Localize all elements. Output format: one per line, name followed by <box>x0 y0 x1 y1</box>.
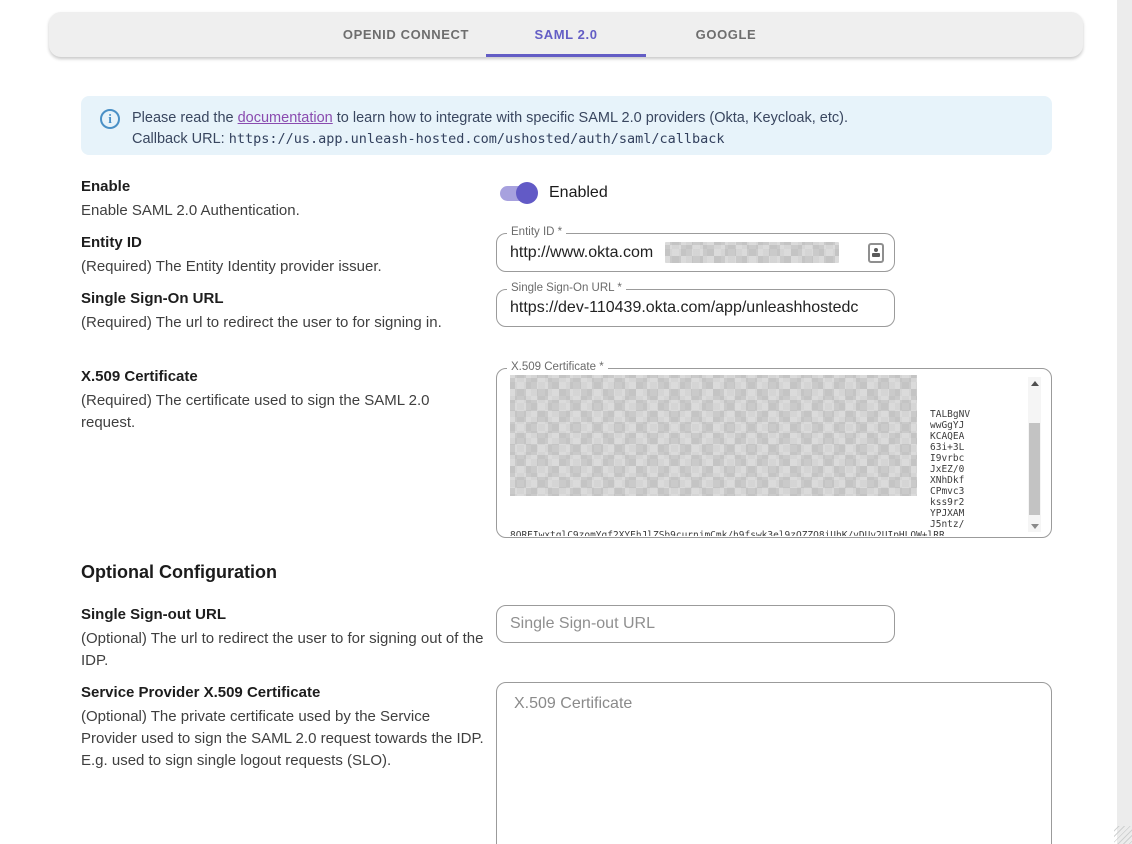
password-manager-autofill-icon[interactable] <box>868 243 884 263</box>
certificate-description: (Required) The certificate used to sign … <box>81 390 486 434</box>
sso-url-field-label: Single Sign-On URL * <box>507 282 626 294</box>
sso-url-input[interactable] <box>497 290 894 326</box>
tab-label: GOOGLE <box>696 27 757 42</box>
alert-text-after-link: to learn how to integrate with specific … <box>333 110 848 126</box>
sp-certificate-textarea[interactable]: X.509 Certificate <box>496 682 1052 844</box>
tab-label: SAML 2.0 <box>534 27 597 42</box>
callback-url-value: https://us.app.unleash-hosted.com/ushost… <box>229 131 725 147</box>
tab-saml-2-0[interactable]: SAML 2.0 <box>486 12 646 57</box>
toggle-knob <box>516 182 538 204</box>
signout-url-description: (Optional) The url to redirect the user … <box>81 628 486 672</box>
signout-url-input[interactable] <box>497 606 894 642</box>
entity-id-label: Entity ID <box>81 234 481 251</box>
entity-id-input[interactable]: Entity ID * http://www.okta.com <box>496 233 895 272</box>
scroll-up-icon[interactable] <box>1028 377 1041 389</box>
certificate-scrollbar[interactable] <box>1028 377 1041 532</box>
certificate-textarea[interactable]: X.509 Certificate * TALBgNVwwGgYJKCAQEA6… <box>496 368 1052 538</box>
enable-toggle-label: Enabled <box>549 184 608 202</box>
enable-description: Enable SAML 2.0 Authentication. <box>81 200 486 222</box>
documentation-link[interactable]: documentation <box>238 110 333 126</box>
page-scrollbar[interactable] <box>1117 0 1132 844</box>
enable-toggle-row: Enabled <box>500 182 608 204</box>
certificate-label: X.509 Certificate <box>81 368 481 385</box>
certificate-scrollbar-thumb[interactable] <box>1029 423 1040 515</box>
alert-text-before-link: Please read the <box>132 110 238 126</box>
autofill-icon-dot <box>874 248 878 252</box>
sp-certificate-placeholder: X.509 Certificate <box>514 695 632 713</box>
certificate-line: 8OREIwxtqlC9zomYgf2XYEhJlZSb9curnjmCmk/h… <box>510 530 1031 536</box>
sso-url-description: (Required) The url to redirect the user … <box>81 312 486 334</box>
scroll-down-icon[interactable] <box>1028 520 1041 532</box>
tab-label: OPENID CONNECT <box>343 27 469 42</box>
optional-configuration-heading: Optional Configuration <box>81 562 277 583</box>
signout-url-label: Single Sign-out URL <box>81 606 481 623</box>
certificate-line: kss9r2 <box>510 497 1031 508</box>
tab-google[interactable]: GOOGLE <box>646 12 806 57</box>
auth-provider-tabbar: OPENID CONNECT SAML 2.0 GOOGLE <box>49 12 1083 57</box>
sso-settings-page: OPENID CONNECT SAML 2.0 GOOGLE i Please … <box>0 0 1132 844</box>
info-icon: i <box>100 109 120 129</box>
enable-toggle[interactable] <box>500 182 540 204</box>
alert-line-2: Callback URL: https://us.app.unleash-hos… <box>132 129 848 150</box>
sso-url-field: Single Sign-On URL * <box>496 289 895 327</box>
signout-url-field <box>496 605 895 643</box>
sp-certificate-label: Service Provider X.509 Certificate <box>81 684 481 701</box>
entity-id-description: (Required) The Entity Identity provider … <box>81 256 486 278</box>
entity-id-redaction <box>665 242 839 263</box>
info-alert: i Please read the documentation to learn… <box>81 96 1052 155</box>
certificate-line: YPJXAM <box>510 508 1031 519</box>
certificate-content: TALBgNVwwGgYJKCAQEA63i+3LI9vrbcJxEZ/0XNh… <box>497 370 1031 536</box>
certificate-line: J5ntz/ <box>510 519 1031 530</box>
alert-text: Please read the documentation to learn h… <box>132 108 848 155</box>
alert-line-1: Please read the documentation to learn h… <box>132 108 848 129</box>
resize-grip-icon <box>1114 826 1132 844</box>
entity-id-value-wrap: http://www.okta.com <box>497 234 894 271</box>
callback-url-label: Callback URL: <box>132 131 225 147</box>
sp-certificate-description: (Optional) The private certificate used … <box>81 706 486 772</box>
certificate-redaction <box>510 375 917 496</box>
active-tab-indicator <box>486 54 646 57</box>
enable-label: Enable <box>81 178 481 195</box>
sso-url-label: Single Sign-On URL <box>81 290 481 307</box>
autofill-icon-bar <box>872 253 880 257</box>
tab-openid-connect[interactable]: OPENID CONNECT <box>326 12 486 57</box>
entity-id-value: http://www.okta.com <box>510 244 653 262</box>
